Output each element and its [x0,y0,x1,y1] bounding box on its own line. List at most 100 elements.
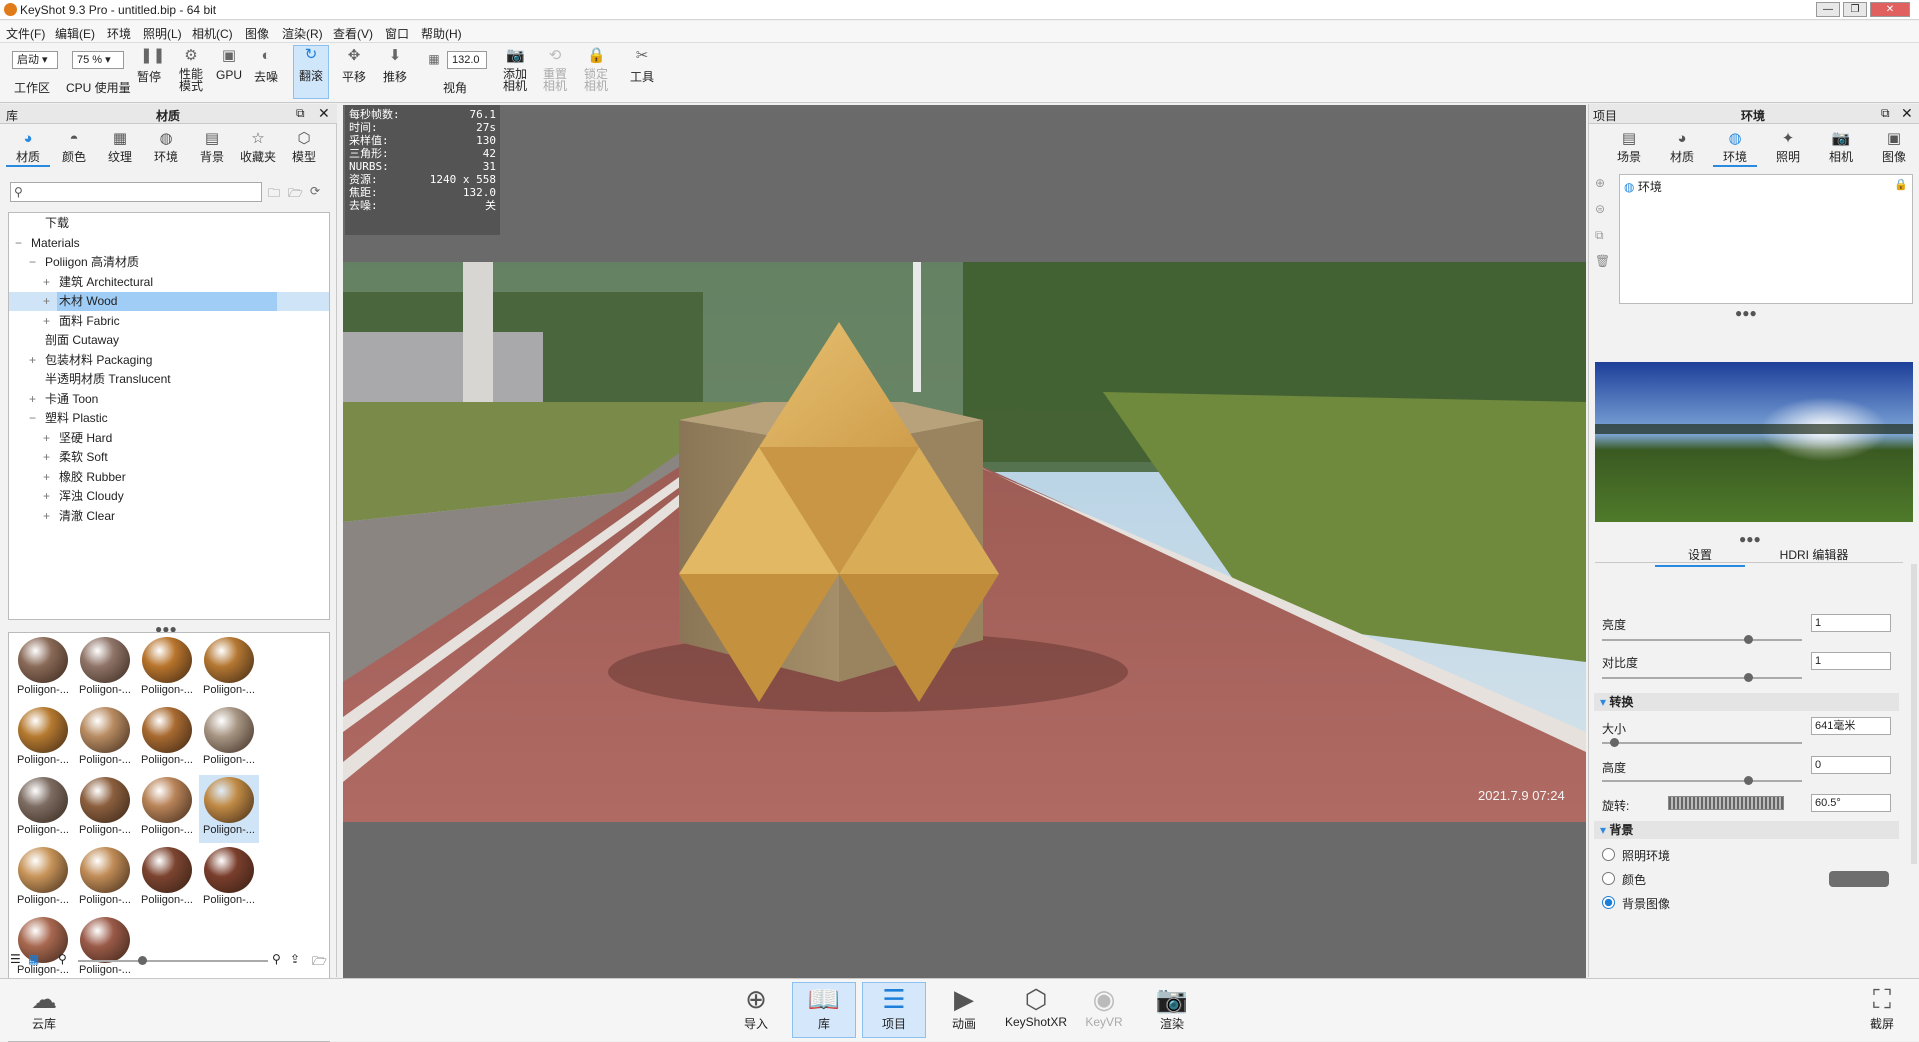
slider-knob[interactable] [1744,776,1753,785]
cloud-library-button[interactable]: ☁ 云库 [12,983,76,1032]
undock-icon[interactable]: ⧉ [1881,106,1890,121]
material-thumbnail[interactable]: Poliigon-... [137,775,197,843]
keyvr-button[interactable]: ◉ KeyVR [1072,983,1136,1029]
pan-button[interactable]: ✥ 平移 [340,47,368,85]
expand-icon[interactable]: + [43,273,53,292]
add-folder-icon[interactable]: 🗀 [268,184,280,205]
library-search-input[interactable]: ⚲ [10,182,262,202]
tab-settings[interactable]: 设置 [1655,546,1745,567]
dolly-button[interactable]: ⬇ 推移 [381,47,409,85]
tree-item[interactable]: + 橡胶 Rubber [9,468,329,487]
environment-list-item[interactable]: ◍ 环境 [1624,178,1662,195]
height-slider[interactable] [1602,776,1802,785]
background-section-header[interactable]: ▾ 背景 [1594,821,1899,839]
tree-item[interactable]: + 坚硬 Hard [9,429,329,448]
folder-icon[interactable]: 🗁 [288,184,303,205]
tree-item[interactable]: − 塑料 Plastic [9,409,329,428]
tree-item[interactable]: + 清澈 Clear [9,507,329,526]
expand-icon[interactable]: + [43,292,53,311]
material-thumbnail[interactable]: Poliigon-... [75,775,135,843]
tree-item[interactable]: 剖面 Cutaway [9,331,329,350]
collapse-icon[interactable]: − [29,409,39,428]
pause-button[interactable]: ❚❚ 暂停 [136,47,165,85]
maximize-button[interactable]: ❐ [1843,2,1867,17]
bg-color-swatch[interactable] [1829,871,1889,887]
tree-item[interactable]: + 面料 Fabric [9,312,329,331]
material-thumbnail[interactable]: Poliigon-... [13,635,73,703]
material-thumbnail[interactable]: Poliigon-... [199,635,259,703]
tree-item[interactable]: − Poliigon 高清材质 [9,253,329,272]
material-thumbnail[interactable]: Poliigon-... [137,845,197,913]
settings-scrollbar[interactable] [1911,564,1917,864]
tab-colors[interactable]: ◓ 颜色 [52,130,96,165]
expand-icon[interactable]: + [43,468,53,487]
hdri-preview[interactable] [1595,362,1913,522]
expand-icon[interactable]: + [43,429,53,448]
tree-item[interactable]: + 卡通 Toon [9,390,329,409]
menu-edit[interactable]: 编辑(E) [55,25,95,42]
cpu-usage-select[interactable]: 75 % ▾ [72,51,124,69]
open-folder-icon[interactable]: 🗁 [312,952,327,973]
tree-item[interactable]: + 建筑 Architectural [9,273,329,292]
add-camera-button[interactable]: 📷 添加 相机 [501,47,529,92]
tree-item[interactable]: 下载 [9,214,329,233]
tab-textures[interactable]: ▦ 纹理 [98,130,142,165]
brightness-slider[interactable] [1602,635,1802,644]
height-field[interactable]: 0 [1811,756,1891,774]
close-button[interactable]: ✕ [1870,2,1910,17]
tab-material[interactable]: ◕ 材质 [1660,130,1704,165]
workspace-select[interactable]: 启动 ▾ [12,51,58,69]
tab-backplates[interactable]: ▤ 背景 [190,130,234,165]
slider-knob[interactable] [138,956,147,965]
menu-render[interactable]: 渲染(R) [282,25,323,42]
size-field[interactable]: 641毫米 [1811,717,1891,735]
bg-option-lighting-radio[interactable] [1602,848,1615,861]
material-thumbnail[interactable]: Poliigon-... [137,705,197,773]
zoom-out-icon[interactable]: ⚲ [58,952,67,966]
material-thumbnail[interactable]: Poliigon-... [199,775,259,843]
material-thumbnail[interactable]: Poliigon-... [13,845,73,913]
menu-file[interactable]: 文件(F) [6,25,45,42]
expand-icon[interactable]: + [43,448,53,467]
expand-icon[interactable]: + [29,351,39,370]
collapse-icon[interactable]: − [15,234,25,253]
bg-option-color-radio[interactable] [1602,872,1615,885]
menu-lighting[interactable]: 照明(L) [143,25,182,42]
tools-button[interactable]: ✂ 工具 [628,47,656,85]
material-thumbnail[interactable]: Poliigon-... [137,635,197,703]
material-thumbnail[interactable]: Poliigon-... [75,845,135,913]
collapse-icon[interactable]: − [29,253,39,272]
rotation-field[interactable]: 60.5° [1811,794,1891,812]
lock-camera-button[interactable]: 🔒 锁定 相机 [582,47,610,92]
screenshot-button[interactable]: ⛶ 截屏 [1850,983,1914,1032]
material-thumbnail[interactable]: Poliigon-... [199,845,259,913]
tree-item[interactable]: + 包装材料 Packaging [9,351,329,370]
brightness-field[interactable]: 1 [1811,614,1891,632]
menu-window[interactable]: 窗口 [385,25,409,42]
keyshotxr-button[interactable]: ⬡ KeyShotXR [1000,983,1072,1029]
tree-item[interactable]: 半透明材质 Translucent [9,370,329,389]
reset-camera-button[interactable]: ⟲ 重置 相机 [541,47,569,92]
project-button[interactable]: ☰ 项目 [862,982,926,1038]
material-thumbnail[interactable]: Poliigon-... [13,705,73,773]
minimize-button[interactable]: — [1816,2,1840,17]
tumble-button[interactable]: ↻ 翻滚 [293,45,329,99]
contrast-slider[interactable] [1602,673,1802,682]
denoise-button[interactable]: ◐ 去噪 [252,47,280,85]
bg-option-image-radio[interactable] [1602,896,1615,909]
render-scene[interactable]: 2021.7.9 07:24 [343,262,1586,822]
import-button[interactable]: ⊕ 导入 [724,983,788,1032]
tab-environment[interactable]: ◍ 环境 [1713,130,1757,167]
delete-icon[interactable]: 🗑 [1595,254,1613,280]
thumbnail-size-slider[interactable] [78,956,268,965]
refresh-icon[interactable]: ⟳ [310,184,320,198]
transform-section-header[interactable]: ▾ 转换 [1594,693,1899,711]
gpu-button[interactable]: ▣ GPU [216,47,242,82]
render-viewport[interactable]: 2021.7.9 07:24 每秒帧数: 76.1 时间: 27s 采样值: 130 三角形… [343,105,1586,978]
expand-icon[interactable]: + [29,390,39,409]
material-thumbnail[interactable]: Poliigon-... [13,915,73,983]
tree-item[interactable]: + 浑浊 Cloudy [9,487,329,506]
menu-camera[interactable]: 相机(C) [192,25,233,42]
tab-camera[interactable]: 📷 相机 [1819,130,1863,165]
tab-materials[interactable]: ◕ 材质 [6,130,50,167]
